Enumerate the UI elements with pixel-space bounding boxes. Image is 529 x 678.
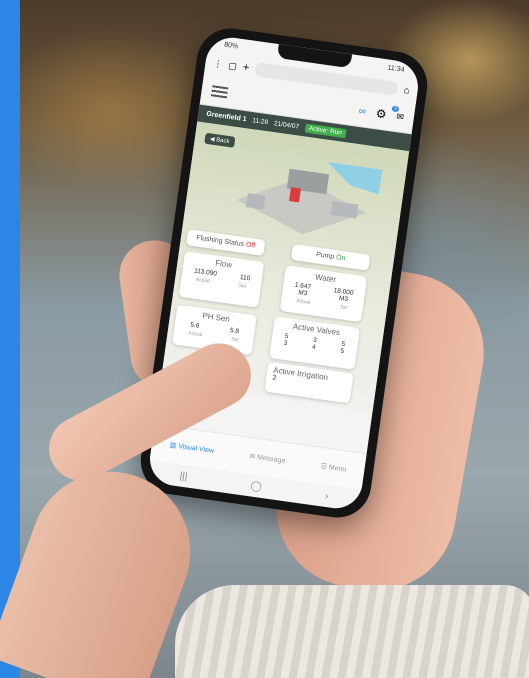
photo-scene: 80% 11:34 ⋮ ▢ + ⌂ ∞ ⚙ ✉ 0 Greenfield 1 1… — [0, 0, 529, 678]
flow-card[interactable]: Flow 113.090 110 Actual Set — [178, 251, 265, 308]
info-time: 11:28 — [251, 117, 269, 127]
water-set-unit: M3 — [338, 294, 349, 304]
site-name[interactable]: Greenfield 1 — [206, 111, 247, 124]
nav-menu-label: Menu — [328, 464, 347, 474]
pump-label: Pump — [315, 251, 335, 261]
nav-message-label: Message — [256, 454, 286, 465]
water-card[interactable]: Water 1.647 18.000 M3 M3 Actual Set — [279, 265, 368, 323]
flow-set: 110 — [239, 273, 251, 283]
valve-value: 4 — [311, 343, 317, 352]
run-status-badge: Active: Run — [304, 123, 347, 139]
hamburger-icon[interactable] — [210, 84, 229, 98]
message-icon[interactable]: ✉ 0 — [392, 105, 405, 123]
flushing-label: Flushing Status — [195, 234, 245, 249]
message-count-badge: 0 — [392, 105, 400, 112]
flushing-value: Off — [245, 241, 256, 250]
battery-text: 80% — [223, 40, 239, 50]
link-icon[interactable]: ∞ — [358, 105, 367, 117]
more-icon[interactable]: ⋮ — [213, 58, 223, 70]
nav-menu[interactable]: ☰ Menu — [320, 462, 347, 474]
nav-message[interactable]: ✉ Message — [249, 452, 286, 465]
ph-actual-label: Actual — [187, 330, 203, 339]
active-irrigation-card[interactable]: Active Irrigation 2 — [264, 361, 354, 404]
plant-illustration — [236, 162, 383, 235]
back-button[interactable]: ◀ Back — [204, 132, 236, 148]
valve-value: 3 — [283, 339, 288, 348]
nav-visual-view[interactable]: ▥ Visual View — [169, 441, 214, 455]
water-actual-unit: M3 — [297, 289, 308, 298]
home-icon[interactable]: ⌂ — [403, 84, 411, 96]
recents-icon[interactable]: ||| — [179, 470, 188, 482]
water-actual-label: Actual — [295, 298, 311, 306]
active-valves-card[interactable]: Active Valves 535 345 — [269, 316, 361, 370]
list-icon: ☰ — [320, 463, 328, 471]
home-button-icon[interactable]: ◯ — [250, 480, 263, 492]
info-date: 21/04/07 — [273, 120, 300, 131]
water-set-label: Set — [339, 304, 348, 312]
back-label: Back — [215, 137, 230, 146]
flow-set-label: Set — [238, 282, 247, 290]
ph-set: 5.8 — [229, 327, 240, 336]
tabs-icon[interactable]: ▢ — [228, 60, 238, 72]
gear-icon[interactable]: ⚙ — [375, 106, 388, 121]
ph-actual: 5.6 — [189, 321, 200, 330]
valve-value: 5 — [340, 347, 345, 356]
pump-value: On — [335, 254, 346, 263]
envelope-icon: ✉ — [248, 453, 256, 461]
nav-visual-label: Visual View — [177, 443, 215, 455]
chart-icon: ▥ — [169, 441, 177, 450]
plus-icon[interactable]: + — [242, 61, 250, 74]
clock-text: 11:34 — [387, 63, 405, 74]
back-icon[interactable]: › — [324, 490, 329, 501]
flow-actual-label: Actual — [195, 276, 211, 285]
ph-set-label: Set — [230, 336, 239, 344]
knit-sleeve — [175, 585, 529, 678]
